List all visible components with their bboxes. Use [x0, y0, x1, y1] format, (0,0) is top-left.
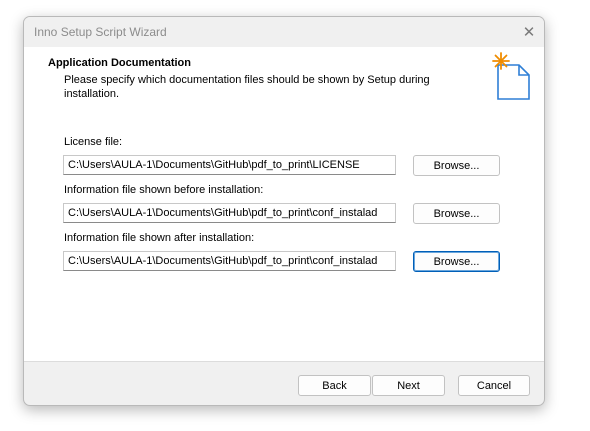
license-file-input[interactable]: C:\Users\AULA-1\Documents\GitHub\pdf_to_…	[63, 155, 396, 175]
wizard-document-icon	[492, 52, 530, 100]
title-bar: Inno Setup Script Wizard ✕	[24, 17, 544, 47]
next-button[interactable]: Next	[372, 375, 445, 396]
wizard-window: Inno Setup Script Wizard ✕ Application D…	[23, 16, 545, 406]
before-install-file-label: Information file shown before installati…	[64, 184, 264, 196]
page-heading: Application Documentation	[48, 57, 191, 69]
back-button[interactable]: Back	[298, 375, 371, 396]
close-icon: ✕	[522, 24, 536, 41]
after-install-file-input[interactable]: C:\Users\AULA-1\Documents\GitHub\pdf_to_…	[63, 251, 396, 271]
license-browse-button[interactable]: Browse...	[413, 155, 500, 176]
before-install-browse-button[interactable]: Browse...	[413, 203, 500, 224]
page-subtitle: Please specify which documentation files…	[64, 74, 430, 100]
close-button[interactable]: ✕	[514, 17, 544, 47]
window-title: Inno Setup Script Wizard	[34, 25, 167, 39]
after-install-browse-button[interactable]: Browse...	[413, 251, 500, 272]
license-file-label: License file:	[64, 136, 123, 148]
after-install-file-label: Information file shown after installatio…	[64, 232, 255, 244]
wizard-page: Application Documentation Please specify…	[24, 47, 544, 362]
before-install-file-input[interactable]: C:\Users\AULA-1\Documents\GitHub\pdf_to_…	[63, 203, 396, 223]
cancel-button[interactable]: Cancel	[458, 375, 530, 396]
